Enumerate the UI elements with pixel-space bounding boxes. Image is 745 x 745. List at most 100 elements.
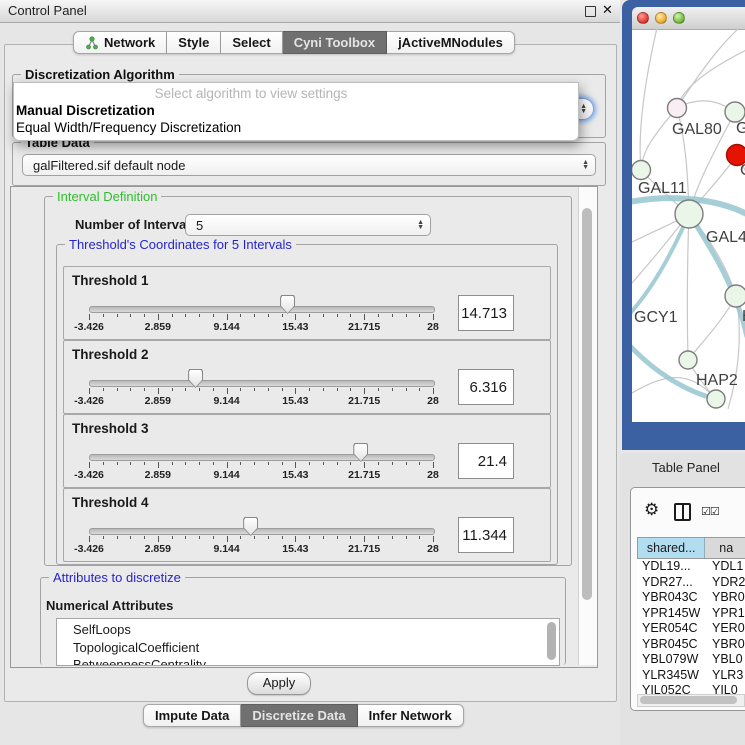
zoom-traffic-light[interactable] (673, 12, 685, 24)
slider-tick (433, 536, 434, 542)
attributes-scrollbar-thumb[interactable] (547, 622, 556, 660)
network-node[interactable] (668, 99, 687, 118)
slider-tick (227, 388, 228, 394)
network-node-label-partial: C (740, 162, 745, 179)
attribute-list-item[interactable]: TopologicalCoefficient (57, 639, 559, 657)
table-horizontal-scrollbar-thumb[interactable] (640, 696, 737, 704)
slider-tick (419, 314, 420, 317)
slider-tick (240, 536, 241, 539)
close-traffic-light[interactable] (637, 12, 649, 24)
threshold-value-field[interactable]: 11.344 (458, 517, 514, 553)
table-row[interactable]: YER054CYER0 (637, 621, 745, 637)
slider-track[interactable] (89, 306, 435, 313)
attribute-list-item[interactable]: SelfLoops (57, 621, 559, 639)
table-row[interactable]: YLR345WYLR3 (637, 668, 745, 684)
cell-shared-name: YBL079W (637, 652, 705, 668)
table-row[interactable]: YDR27...YDR2 (637, 575, 745, 591)
vertical-scrollbar-thumb[interactable] (582, 208, 592, 600)
table-row[interactable]: YBL079WYBL0 (637, 652, 745, 668)
table-data-combobox[interactable]: galFiltered.sif default node ▲▼ (22, 154, 596, 176)
slider-tick (158, 462, 159, 468)
slider-tick (378, 536, 379, 539)
node-table[interactable]: shared... na YDL19...YDL1YDR27...YDR2YBR… (637, 537, 745, 694)
slider-tick (254, 462, 255, 465)
slider-tick-label: 15.43 (282, 395, 308, 407)
slider-tick (419, 462, 420, 465)
network-edge (641, 108, 677, 170)
table-row[interactable]: YBR045CYBR0 (637, 637, 745, 653)
dropdown-option-manual[interactable]: Manual Discretization (16, 103, 155, 118)
network-node[interactable] (679, 351, 697, 369)
slider-tick-label: 15.43 (282, 543, 308, 555)
numerical-attributes-label: Numerical Attributes (46, 598, 173, 613)
gear-icon[interactable]: ⚙ (644, 500, 659, 520)
network-edge (677, 29, 745, 108)
numerical-attributes-list[interactable]: SelfLoopsTopologicalCoefficientBetweenne… (56, 618, 560, 666)
slider-tick (309, 314, 310, 317)
slider-tick (199, 462, 200, 465)
select-checkboxes-icon[interactable]: ☑☑ (701, 505, 719, 518)
threshold-value-field[interactable]: 21.4 (458, 443, 514, 479)
tab-style[interactable]: Style (167, 31, 221, 54)
minimize-traffic-light[interactable] (655, 12, 667, 24)
algorithm-dropdown-popup: Select algorithm to view settings Manual… (13, 82, 579, 141)
slider-tick (364, 314, 365, 320)
slider-tick (295, 388, 296, 394)
tab-impute-data[interactable]: Impute Data (143, 704, 241, 727)
column-header-shared-name[interactable]: shared... (638, 538, 705, 558)
column-header-name[interactable]: na (705, 538, 745, 558)
tab-jactivemnodules[interactable]: jActiveMNodules (387, 31, 515, 54)
group-title: Attributes to discretize (49, 570, 185, 585)
tab-infer-network[interactable]: Infer Network (358, 704, 464, 727)
network-node[interactable] (632, 161, 651, 180)
network-node-label: GAL11 (638, 180, 687, 197)
slider-tick (309, 536, 310, 539)
network-node[interactable] (725, 285, 745, 307)
slider-tick (433, 462, 434, 468)
table-row[interactable]: YPR145WYPR1 (637, 606, 745, 622)
network-node[interactable] (707, 390, 725, 408)
tab-select[interactable]: Select (221, 31, 282, 54)
float-window-icon[interactable] (585, 6, 596, 17)
threshold-value-field[interactable]: 6.316 (458, 369, 514, 405)
threshold-row: Threshold 4-3.4262.8599.14415.4321.71528… (63, 488, 551, 562)
cell-name: YIL0 (705, 683, 745, 694)
network-window-frame[interactable]: GAL80GAL11GAL4GCY1HAP2GACH (622, 0, 745, 450)
tab-label: Style (178, 35, 209, 50)
slider-tick (172, 314, 173, 317)
slider-tick-label: 21.715 (348, 321, 380, 333)
number-of-intervals-combobox[interactable]: 5 ▲▼ (185, 214, 431, 236)
apply-button[interactable]: Apply (247, 672, 311, 695)
slider-tick (392, 314, 393, 317)
table-row[interactable]: YDL19...YDL1 (637, 559, 745, 575)
tab-cyni-toolbox[interactable]: Cyni Toolbox (283, 31, 387, 54)
slider-tick (337, 536, 338, 539)
table-row[interactable]: YBR043CYBR0 (637, 590, 745, 606)
network-canvas[interactable]: GAL80GAL11GAL4GCY1HAP2GACH (632, 29, 745, 422)
network-edge-thick (632, 337, 716, 399)
threshold-value-field[interactable]: 14.713 (458, 295, 514, 331)
attribute-list-item[interactable]: BetweennessCentrality (57, 656, 559, 666)
slider-tick-label: 15.43 (282, 469, 308, 481)
cell-name: YBL0 (705, 652, 745, 668)
network-edge (640, 29, 662, 170)
slider-tick (282, 314, 283, 317)
slider-tick (117, 462, 118, 465)
dropdown-option-equal-width[interactable]: Equal Width/Frequency Discretization (16, 120, 241, 135)
table-row[interactable]: YIL052CYIL0 (637, 683, 745, 694)
tab-discretize-data[interactable]: Discretize Data (241, 704, 357, 727)
network-node[interactable] (725, 102, 745, 122)
slider-tick (406, 314, 407, 317)
close-icon[interactable]: ✕ (602, 2, 613, 18)
threshold-label: Threshold 4 (72, 495, 149, 510)
columns-icon[interactable] (674, 503, 691, 521)
slider-track[interactable] (89, 528, 435, 535)
slider-tick-label: 28 (427, 469, 439, 481)
tab-network[interactable]: Network (73, 31, 167, 54)
network-node[interactable] (675, 200, 703, 228)
slider-track[interactable] (89, 454, 435, 461)
slider-tick (103, 314, 104, 317)
slider-tick (419, 388, 420, 391)
slider-track[interactable] (89, 380, 435, 387)
slider-tick (185, 388, 186, 391)
